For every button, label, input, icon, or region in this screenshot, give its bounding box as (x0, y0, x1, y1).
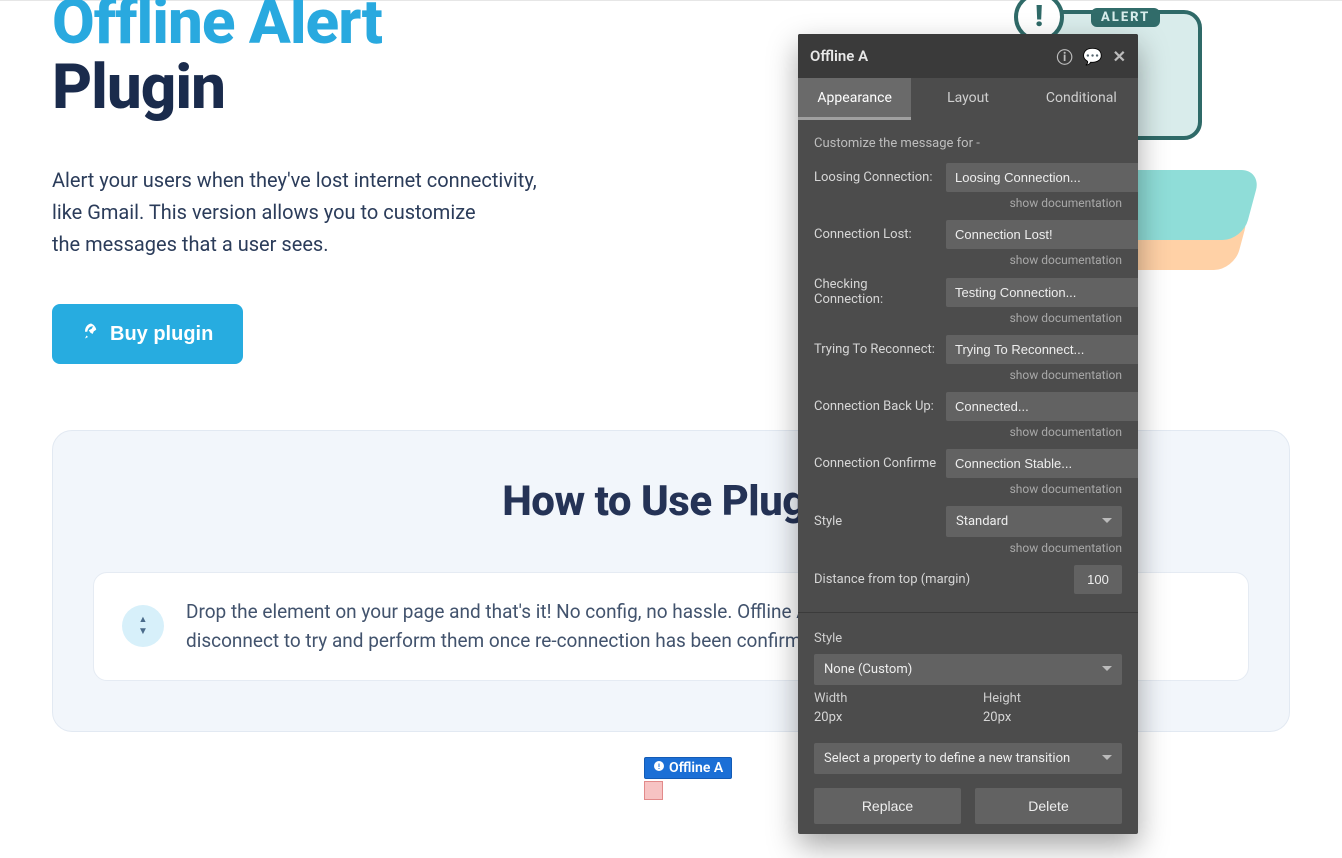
label-loosing: Loosing Connection: (814, 170, 938, 185)
value-height: 20px (983, 710, 1122, 725)
input-checking[interactable] (946, 278, 1138, 307)
input-reconnect[interactable] (946, 335, 1138, 364)
how-to-text: Drop the element on your page and that's… (186, 597, 861, 656)
delete-button[interactable]: Delete (975, 788, 1122, 824)
select-style2[interactable]: None (Custom) (814, 654, 1122, 685)
doc-link-loosing[interactable]: show documentation (814, 196, 1122, 210)
info-icon[interactable]: ⓘ (1057, 44, 1073, 68)
doc-link-checking[interactable]: show documentation (814, 311, 1122, 325)
step-badge: ▲ ▼ (122, 605, 164, 647)
page-title: Offline Alert Plugin (52, 0, 652, 120)
label-width: Width (814, 691, 953, 706)
rocket-icon (82, 322, 100, 346)
doc-link-reconnect[interactable]: show documentation (814, 368, 1122, 382)
selected-element-box[interactable] (644, 781, 663, 800)
select-transition[interactable]: Select a property to define a new transi… (814, 743, 1122, 774)
section-caption: Customize the message for - (814, 136, 1122, 151)
tab-conditional[interactable]: Conditional (1025, 78, 1138, 120)
input-loosing[interactable] (946, 163, 1138, 192)
label-style2: Style (814, 631, 1122, 646)
doc-link-lost[interactable]: show documentation (814, 253, 1122, 267)
input-confirme[interactable] (946, 449, 1138, 478)
select-style[interactable]: Standard (946, 506, 1122, 537)
input-backup[interactable] (946, 392, 1138, 421)
page-subtitle: Alert your users when they've lost inter… (52, 164, 652, 260)
label-margin: Distance from top (margin) (814, 572, 1074, 587)
alert-icon (653, 760, 665, 776)
doc-link-backup[interactable]: show documentation (814, 425, 1122, 439)
close-icon[interactable]: ✕ (1113, 47, 1126, 66)
label-reconnect: Trying To Reconnect: (814, 342, 938, 357)
inspector-panel: Offline A ⓘ 💬 ✕ Appearance Layout Condit… (798, 34, 1138, 834)
label-style: Style (814, 514, 938, 529)
label-backup: Connection Back Up: (814, 399, 938, 414)
buy-plugin-button[interactable]: Buy plugin (52, 304, 243, 364)
input-margin[interactable] (1074, 565, 1122, 594)
comment-icon[interactable]: 💬 (1083, 47, 1103, 66)
buy-plugin-label: Buy plugin (110, 323, 213, 346)
label-lost: Connection Lost: (814, 227, 938, 242)
label-height: Height (983, 691, 1122, 706)
replace-button[interactable]: Replace (814, 788, 961, 824)
doc-link-confirme[interactable]: show documentation (814, 482, 1122, 496)
label-confirme: Connection Confirme (814, 456, 938, 471)
panel-title: Offline A (810, 47, 868, 65)
value-width: 20px (814, 710, 953, 725)
doc-link-style[interactable]: show documentation (814, 541, 1122, 555)
tab-layout[interactable]: Layout (911, 78, 1024, 120)
tab-appearance[interactable]: Appearance (798, 78, 911, 120)
selected-element-tag[interactable]: Offline A (644, 757, 732, 779)
input-lost[interactable] (946, 220, 1138, 249)
label-checking: Checking Connection: (814, 277, 938, 307)
